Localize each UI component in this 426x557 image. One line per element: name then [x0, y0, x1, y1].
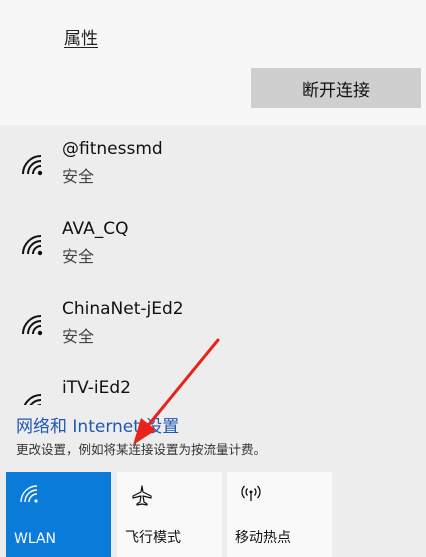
wifi-signal-icon	[22, 315, 43, 336]
network-internet-settings-link[interactable]: 网络和 Internet 设置	[16, 412, 179, 437]
hotspot-icon	[241, 485, 261, 501]
network-name: ChinaNet-jEd2	[62, 299, 184, 319]
network-name: @fitnessmd	[62, 139, 163, 159]
network-security-status: 安全	[62, 247, 95, 266]
tile-label: WLAN	[14, 531, 57, 547]
network-item[interactable]: AVA_CQ 安全	[0, 219, 426, 291]
network-name: AVA_CQ	[62, 219, 129, 239]
network-security-status: 安全	[62, 167, 95, 186]
wlan-toggle-tile[interactable]: WLAN	[6, 472, 111, 557]
airplane-icon	[132, 485, 152, 506]
network-settings-section: 网络和 Internet 设置 更改设置，例如将某连接设置为按流量计费。	[0, 405, 426, 467]
network-item[interactable]: @fitnessmd 安全	[0, 139, 426, 211]
tile-label: 移动热点	[235, 530, 291, 546]
properties-link[interactable]: 属性	[64, 24, 98, 49]
quick-action-tiles: WLAN 飞行模式 移动热点	[0, 467, 426, 557]
connected-network-panel: 属性 断开连接	[0, 0, 426, 125]
disconnect-button[interactable]: 断开连接	[251, 68, 421, 108]
wifi-signal-icon	[22, 155, 43, 176]
mobile-hotspot-tile[interactable]: 移动热点	[227, 472, 332, 557]
network-name: iTV-iEd2	[62, 378, 131, 398]
tile-label: 飞行模式	[125, 530, 181, 546]
settings-description: 更改设置，例如将某连接设置为按流量计费。	[16, 442, 267, 457]
airplane-mode-tile[interactable]: 飞行模式	[117, 472, 222, 557]
network-security-status: 安全	[62, 327, 95, 346]
network-item[interactable]: ChinaNet-jEd2 安全	[0, 299, 426, 371]
network-list: @fitnessmd 安全 AVA_CQ 安全 ChinaNet-jEd2 安全	[0, 125, 426, 410]
wifi-icon	[20, 485, 38, 503]
wifi-signal-icon	[22, 235, 43, 256]
